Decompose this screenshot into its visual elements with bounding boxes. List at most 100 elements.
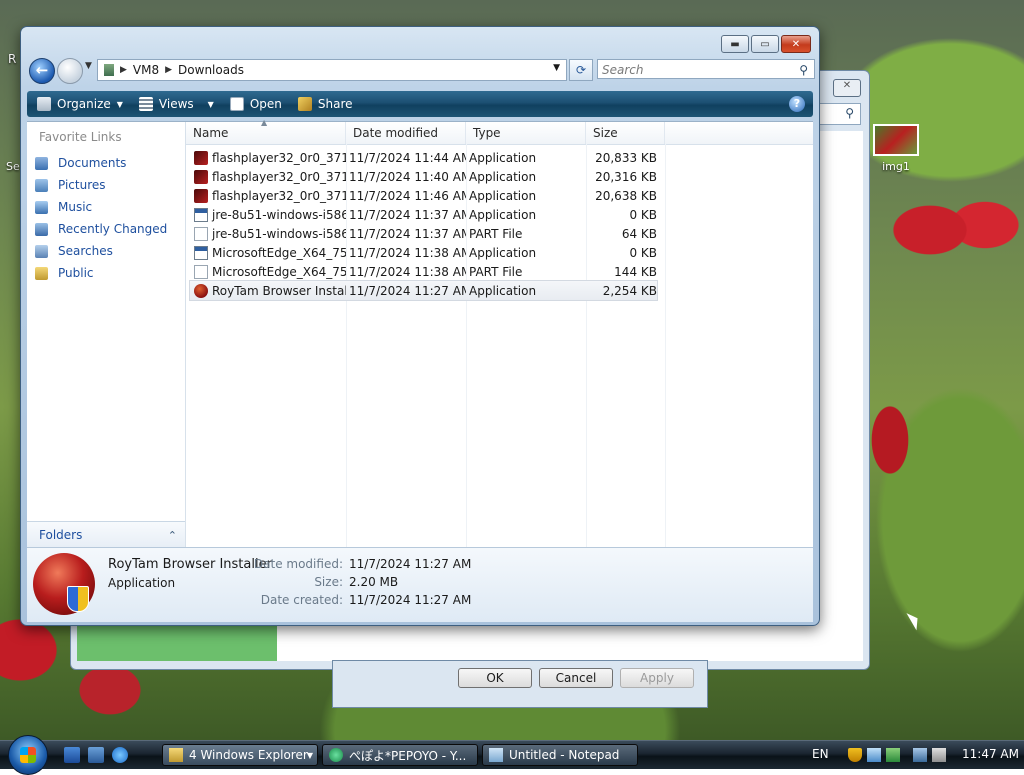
cancel-button[interactable]: Cancel <box>539 668 613 688</box>
organize-icon <box>37 97 51 111</box>
browser-icon <box>329 748 343 762</box>
forward-button[interactable] <box>57 58 83 84</box>
file-date: 11/7/2024 11:37 AM <box>349 226 466 241</box>
favorite-link-searches[interactable]: Searches <box>35 240 167 262</box>
show-desktop-icon[interactable] <box>64 747 80 763</box>
document-icon <box>194 264 208 279</box>
file-name: flashplayer32_0r0_371_... <box>212 188 346 203</box>
favorite-link-music[interactable]: Music <box>35 196 167 218</box>
favorite-link-documents[interactable]: Documents <box>35 152 167 174</box>
documents-icon <box>35 156 48 170</box>
date-created-label: Date created: <box>260 593 343 607</box>
progress-area <box>77 626 277 661</box>
file-row[interactable]: flashplayer32_0r0_371_... 11/7/2024 11:4… <box>190 148 657 167</box>
file-name: jre-8u51-windows-i586... <box>212 226 346 241</box>
internet-explorer-icon[interactable] <box>112 747 128 763</box>
file-type: Application <box>469 169 537 184</box>
favorite-link-pictures[interactable]: Pictures <box>35 174 167 196</box>
open-label: Open <box>249 97 282 111</box>
folder-icon <box>169 748 183 762</box>
music-icon <box>35 200 48 214</box>
system-tray <box>848 745 951 765</box>
favorite-label: Pictures <box>58 178 106 192</box>
close-icon[interactable]: ✕ <box>833 79 861 97</box>
file-name: MicrosoftEdge_X64_75.... <box>212 264 346 279</box>
file-row[interactable]: MicrosoftEdge_X64_75.... 11/7/2024 11:38… <box>190 262 657 281</box>
sort-arrow-icon: ▲ <box>261 118 268 127</box>
taskbar-notepad[interactable]: Untitled - Notepad <box>482 744 638 766</box>
language-indicator[interactable]: EN <box>812 747 829 761</box>
file-row[interactable]: flashplayer32_0r0_371_... 11/7/2024 11:4… <box>190 186 657 205</box>
taskbar-windows-explorer[interactable]: 4 Windows Explorer ▼ <box>162 744 318 766</box>
address-bar[interactable]: ▶ VM8 ▶ Downloads ▼ <box>97 59 567 81</box>
file-size: 20,833 KB <box>595 150 657 165</box>
image-thumbnail-icon <box>873 124 919 156</box>
details-pane: RoyTam Browser Installer Application Dat… <box>27 547 813 622</box>
start-button[interactable] <box>8 735 48 775</box>
recent-pages-dropdown[interactable]: ▼ <box>85 61 92 71</box>
uac-shield-icon <box>67 586 89 612</box>
column-divider <box>665 144 666 548</box>
file-row-selected[interactable]: RoyTam Browser Instal... 11/7/2024 11:27… <box>189 280 658 301</box>
date-created-value: 11/7/2024 11:27 AM <box>349 593 472 607</box>
file-size: 20,316 KB <box>595 169 657 184</box>
application-icon <box>194 207 208 222</box>
search-input[interactable]: Search ⚲ <box>597 59 815 79</box>
desktop-icon-partial[interactable]: Se <box>6 160 20 173</box>
refresh-button[interactable]: ⟳ <box>569 59 593 81</box>
organize-label: Organize <box>57 97 111 111</box>
security-shield-icon[interactable] <box>848 748 862 762</box>
share-button[interactable]: Share <box>297 97 353 111</box>
file-row[interactable]: flashplayer32_0r0_371_... 11/7/2024 11:4… <box>190 167 657 186</box>
folders-toggle[interactable]: Folders ⌃ <box>27 521 185 548</box>
column-header-size[interactable]: Size <box>586 122 665 144</box>
display-icon[interactable] <box>913 748 927 762</box>
file-date: 11/7/2024 11:46 AM <box>349 188 466 203</box>
file-row[interactable]: MicrosoftEdge_X64_75.... 11/7/2024 11:38… <box>190 243 657 262</box>
minimize-button[interactable]: ▬ <box>721 35 749 53</box>
public-folder-icon <box>35 266 48 280</box>
help-button[interactable]: ? <box>789 96 805 112</box>
ok-button[interactable]: OK <box>458 668 532 688</box>
flash-icon <box>194 150 208 165</box>
open-button[interactable]: Open <box>229 97 282 111</box>
switch-windows-icon[interactable] <box>88 747 104 763</box>
favorite-label: Documents <box>58 156 127 170</box>
views-button[interactable]: Views ▼ <box>138 97 214 111</box>
column-header-date-modified[interactable]: Date modified <box>346 122 466 144</box>
network-icon[interactable] <box>867 748 881 762</box>
favorite-link-public[interactable]: Public <box>35 262 167 284</box>
breadcrumb-item[interactable]: Downloads <box>178 63 244 77</box>
organize-button[interactable]: Organize ▼ <box>37 97 123 111</box>
favorite-label: Recently Changed <box>58 222 168 236</box>
file-size: 0 KB <box>629 245 657 260</box>
breadcrumb-arrow-icon[interactable]: ▶ <box>165 65 172 75</box>
column-header-type[interactable]: Type <box>466 122 586 144</box>
favorite-label: Music <box>58 200 93 214</box>
file-row[interactable]: jre-8u51-windows-i586 11/7/2024 11:37 AM… <box>190 205 657 224</box>
volume-muted-icon[interactable] <box>932 748 946 762</box>
maximize-button[interactable]: ▭ <box>751 35 779 53</box>
address-dropdown-icon[interactable]: ▼ <box>553 63 560 73</box>
breadcrumb-item[interactable]: VM8 <box>133 63 159 77</box>
pictures-icon <box>35 178 48 192</box>
breadcrumb-arrow-icon[interactable]: ▶ <box>120 65 127 75</box>
desktop-icon-partial[interactable]: R <box>8 52 16 66</box>
command-toolbar: Organize ▼ Views ▼ Open Share ? <box>27 91 813 117</box>
favorite-links-list: Documents Pictures Music Recently Change… <box>35 152 167 284</box>
taskbar-pepoyo-browser[interactable]: ぺぽよ*PEPOYO - Y... <box>322 744 478 766</box>
flash-icon <box>194 169 208 184</box>
back-button[interactable]: ← <box>29 58 55 84</box>
file-row[interactable]: jre-8u51-windows-i586... 11/7/2024 11:37… <box>190 224 657 243</box>
file-date: 11/7/2024 11:37 AM <box>349 207 466 222</box>
tray-app-icon[interactable] <box>886 748 900 762</box>
dropdown-icon: ▼ <box>116 99 123 109</box>
apply-button[interactable]: Apply <box>620 668 694 688</box>
file-name: flashplayer32_0r0_371_... <box>212 150 346 165</box>
close-button[interactable]: ✕ <box>781 35 811 53</box>
file-type: Application <box>469 207 537 222</box>
clock[interactable]: 11:47 AM <box>962 747 1019 761</box>
desktop-icon-img1[interactable]: img1 <box>868 124 924 173</box>
file-type: PART File <box>469 264 523 279</box>
favorite-link-recently-changed[interactable]: Recently Changed <box>35 218 167 240</box>
